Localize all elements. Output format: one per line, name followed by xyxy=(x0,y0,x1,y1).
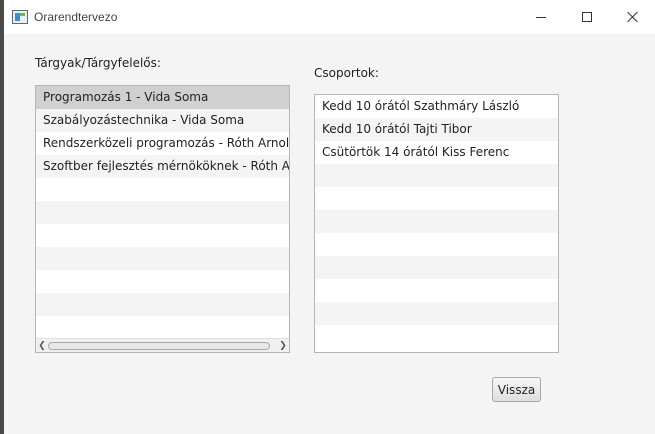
minimize-button[interactable] xyxy=(518,0,564,34)
empty-list-row xyxy=(36,224,289,247)
empty-list-row xyxy=(315,256,558,279)
list-item[interactable]: Szabályozástechnika - Vida Soma xyxy=(36,109,289,132)
subjects-label: Tárgyak/Tárgyfelelős: xyxy=(35,56,161,70)
list-item[interactable]: Kedd 10 órától Szathmáry László xyxy=(315,95,558,118)
groups-rows: Kedd 10 órától Szathmáry László Kedd 10 ó… xyxy=(315,95,558,348)
subjects-list[interactable]: Programozás 1 - Vida Soma Szabályozástech… xyxy=(35,85,290,353)
subjects-rows: Programozás 1 - Vida Soma Szabályozástech… xyxy=(36,86,289,316)
empty-list-row xyxy=(36,293,289,316)
empty-list-row xyxy=(36,178,289,201)
chevron-right-icon[interactable]: ❯ xyxy=(277,339,289,352)
empty-list-row xyxy=(315,187,558,210)
maximize-icon xyxy=(582,12,592,22)
window-title: Orarendtervezo xyxy=(34,10,118,24)
close-button[interactable] xyxy=(610,0,655,34)
list-item[interactable]: Rendszerközeli programozás - Róth Arnold xyxy=(36,132,289,155)
list-item[interactable]: Szoftber fejlesztés mérnököknek - Róth A… xyxy=(36,155,289,178)
subjects-horizontal-scrollbar[interactable]: ❮ ❯ xyxy=(36,338,289,352)
empty-list-row xyxy=(315,233,558,256)
close-icon xyxy=(627,11,639,23)
empty-list-row xyxy=(315,325,558,348)
scrollbar-thumb[interactable] xyxy=(48,342,270,350)
empty-list-row xyxy=(315,164,558,187)
app-window-icon xyxy=(12,10,28,24)
list-item[interactable]: Kedd 10 órától Tajti Tibor xyxy=(315,118,558,141)
empty-list-row xyxy=(315,279,558,302)
empty-list-row xyxy=(315,302,558,325)
minimize-icon xyxy=(536,16,546,18)
title-bar[interactable]: Orarendtervezo xyxy=(4,0,655,34)
groups-list[interactable]: Kedd 10 órától Szathmáry László Kedd 10 ó… xyxy=(314,94,559,353)
empty-list-row xyxy=(36,201,289,224)
empty-list-row xyxy=(36,247,289,270)
groups-label: Csoportok: xyxy=(314,66,379,80)
list-item[interactable]: Programozás 1 - Vida Soma xyxy=(36,86,289,109)
app-window: Orarendtervezo Tárgyak/Tárgyfelelős: Pro… xyxy=(4,0,655,434)
empty-list-row xyxy=(36,270,289,293)
list-item[interactable]: Csütörtök 14 órától Kiss Ferenc xyxy=(315,141,558,164)
back-button[interactable]: Vissza xyxy=(492,377,541,402)
empty-list-row xyxy=(315,210,558,233)
maximize-button[interactable] xyxy=(564,0,610,34)
chevron-left-icon[interactable]: ❮ xyxy=(36,339,48,352)
